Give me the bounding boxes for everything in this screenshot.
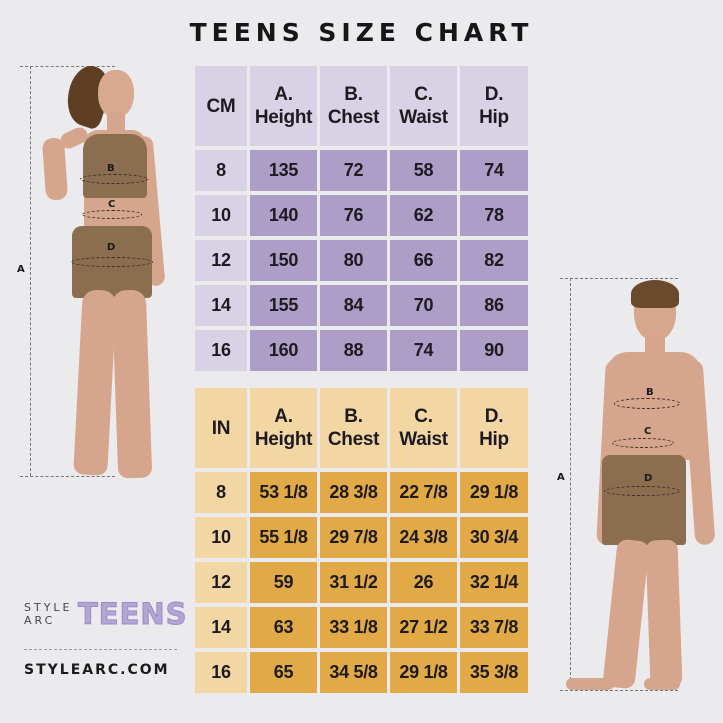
table-cell: 86 [460, 285, 528, 326]
leg-shape [73, 289, 117, 476]
row-size-label: 12 [195, 240, 247, 281]
waist-marker-label: C [108, 199, 116, 210]
table-cell: 55 1/8 [250, 517, 317, 558]
chest-measure-ring [614, 398, 680, 409]
waist-measure-ring [82, 210, 142, 219]
height-marker-label: A [557, 472, 565, 483]
table-cell: 58 [390, 150, 457, 191]
unit-header-cm: CM [195, 66, 247, 146]
leg-shape [111, 289, 153, 479]
height-guide-top [560, 278, 678, 279]
table-cell: 30 3/4 [460, 517, 528, 558]
chest-marker-label: B [646, 387, 654, 398]
girl-figure: A B C D [0, 0, 190, 500]
hip-marker-label: D [107, 242, 116, 253]
hip-measure-ring [604, 486, 680, 496]
column-header-hip: D. Hip [460, 66, 528, 146]
column-header-waist: C. Waist [390, 388, 457, 468]
column-header-waist: C. Waist [390, 66, 457, 146]
height-guide-line [570, 278, 571, 690]
table-cell: 74 [390, 330, 457, 371]
foot-shape [566, 678, 614, 690]
row-size-label: 16 [195, 652, 247, 693]
table-cell: 59 [250, 562, 317, 603]
hip-measure-ring [71, 257, 153, 267]
size-table-cm: CM A. Height B. Chest C. Waist D. Hip 8 135 … [195, 66, 529, 371]
row-size-label: 14 [195, 607, 247, 648]
boy-figure: A B C D [540, 260, 723, 700]
table-cell: 84 [320, 285, 387, 326]
waist-measure-ring [612, 438, 674, 448]
leg-shape [645, 539, 683, 689]
table-cell: 22 7/8 [390, 472, 457, 513]
row-size-label: 10 [195, 195, 247, 236]
table-cell: 53 1/8 [250, 472, 317, 513]
table-cell: 29 1/8 [460, 472, 528, 513]
table-cell: 140 [250, 195, 317, 236]
table-cell: 78 [460, 195, 528, 236]
shorts [602, 455, 686, 545]
table-cell: 82 [460, 240, 528, 281]
table-cell: 29 1/8 [390, 652, 457, 693]
table-cell: 29 7/8 [320, 517, 387, 558]
table-cell: 62 [390, 195, 457, 236]
crop-top [83, 134, 147, 198]
chest-marker-label: B [107, 163, 115, 174]
table-cell: 76 [320, 195, 387, 236]
brand-logo-teens: TEENS [78, 597, 188, 632]
hip-marker-label: D [644, 473, 653, 484]
row-size-label: 8 [195, 472, 247, 513]
table-cell: 34 5/8 [320, 652, 387, 693]
neck-shape [107, 112, 125, 132]
table-cell: 72 [320, 150, 387, 191]
table-cell: 35 3/8 [460, 652, 528, 693]
table-cell: 33 1/8 [320, 607, 387, 648]
table-cell: 150 [250, 240, 317, 281]
column-header-height: A. Height [250, 388, 317, 468]
column-header-hip: D. Hip [460, 388, 528, 468]
height-guide-top [20, 66, 115, 67]
column-header-height: A. Height [250, 66, 317, 146]
column-header-chest: B. Chest [320, 388, 387, 468]
row-size-label: 10 [195, 517, 247, 558]
table-cell: 31 1/2 [320, 562, 387, 603]
table-cell: 80 [320, 240, 387, 281]
row-size-label: 16 [195, 330, 247, 371]
table-cell: 88 [320, 330, 387, 371]
row-size-label: 12 [195, 562, 247, 603]
table-cell: 24 3/8 [390, 517, 457, 558]
row-size-label: 14 [195, 285, 247, 326]
table-cell: 27 1/2 [390, 607, 457, 648]
height-guide-bottom [20, 476, 115, 477]
foot-shape [644, 678, 680, 690]
website-link[interactable]: STYLEARC.COM [24, 662, 170, 678]
table-cell: 26 [390, 562, 457, 603]
table-cell: 66 [390, 240, 457, 281]
table-cell: 90 [460, 330, 528, 371]
waist-marker-label: C [644, 426, 652, 437]
leg-shape [602, 538, 650, 690]
height-guide-bottom [560, 690, 678, 691]
table-cell: 33 7/8 [460, 607, 528, 648]
chest-measure-ring [80, 174, 148, 184]
table-cell: 74 [460, 150, 528, 191]
brand-logo-small: STYLE ARC [24, 601, 73, 627]
table-cell: 155 [250, 285, 317, 326]
head-shape [98, 70, 134, 118]
table-cell: 28 3/8 [320, 472, 387, 513]
table-cell: 63 [250, 607, 317, 648]
table-cell: 160 [250, 330, 317, 371]
column-header-chest: B. Chest [320, 66, 387, 146]
table-cell: 32 1/4 [460, 562, 528, 603]
size-table-inches: IN A. Height B. Chest C. Waist D. Hip 8 53 1… [195, 388, 529, 693]
height-marker-label: A [17, 264, 25, 275]
table-cell: 135 [250, 150, 317, 191]
logo-divider [24, 649, 177, 650]
table-cell: 70 [390, 285, 457, 326]
table-cell: 65 [250, 652, 317, 693]
hair-shape [631, 280, 679, 308]
height-guide-line [30, 66, 31, 476]
unit-header-in: IN [195, 388, 247, 468]
row-size-label: 8 [195, 150, 247, 191]
